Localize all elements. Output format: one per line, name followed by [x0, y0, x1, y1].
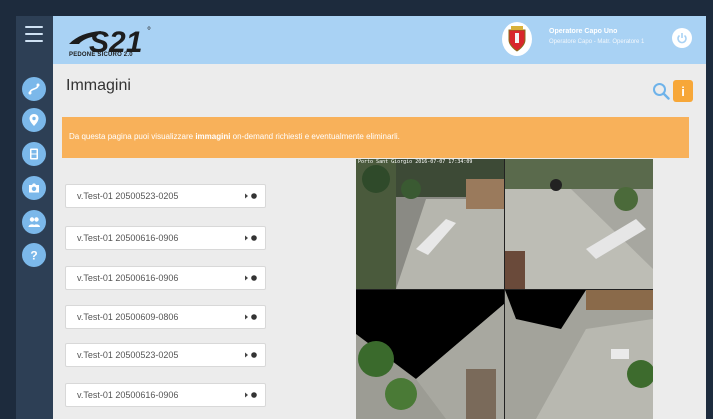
list-item-label: v.Test-01 20500523-0205 [77, 350, 179, 360]
logo-degree: ° [147, 26, 151, 37]
info-icon: i [681, 83, 685, 99]
list-item[interactable]: v.Test-01 20500616-0906 [65, 383, 266, 407]
play-icon[interactable] [242, 390, 260, 400]
list-item-label: v.Test-01 20500616-0906 [77, 233, 179, 243]
list-item[interactable]: v.Test-01 20500616-0906 [65, 226, 266, 250]
info-banner: Da questa pagina puoi visualizzare immag… [62, 117, 689, 158]
banner-prefix: Da questa pagina puoi visualizzare [69, 132, 196, 141]
play-icon[interactable] [242, 233, 260, 243]
users-icon[interactable] [22, 210, 46, 234]
list-item-label: v.Test-01 20500616-0906 [77, 390, 179, 400]
sidebar: ? [16, 16, 53, 419]
play-icon[interactable] [242, 350, 260, 360]
play-icon[interactable] [242, 191, 260, 201]
film-icon[interactable] [22, 142, 46, 166]
camera-icon[interactable] [22, 176, 46, 200]
banner-emphasis: immagini [195, 132, 231, 141]
camera-image-viewer[interactable]: Porto Sant Giorgio 2016-07-07 17:34:09 [356, 159, 653, 419]
list-item-label: v.Test-01 20500609-0806 [77, 312, 179, 322]
city-crest-icon [502, 22, 532, 56]
svg-text:?: ? [30, 249, 37, 263]
main-content: S21 ° PEDONE SICURO 2.0 Operatore Capo U… [53, 16, 706, 419]
header-bar: S21 ° PEDONE SICURO 2.0 Operatore Capo U… [53, 16, 706, 64]
video-timestamp: Porto Sant Giorgio 2016-07-07 17:34:09 [358, 159, 473, 165]
help-icon[interactable]: ? [22, 243, 46, 267]
play-icon[interactable] [242, 273, 260, 283]
page-title: Immagini [66, 77, 131, 94]
list-item-label: v.Test-01 20500523-0205 [77, 191, 179, 201]
list-item[interactable]: v.Test-01 20500609-0806 [65, 305, 266, 329]
route-icon[interactable] [22, 77, 46, 101]
list-item[interactable]: v.Test-01 20500523-0205 [65, 343, 266, 367]
location-pin-icon[interactable] [22, 108, 46, 132]
user-name: Operatore Capo Uno [549, 28, 618, 35]
user-role: Operatore Capo - Matr. Operatore 1 [549, 39, 645, 45]
list-item-label: v.Test-01 20500616-0906 [77, 273, 179, 283]
logo-subtitle: PEDONE SICURO 2.0 [69, 52, 133, 58]
play-icon[interactable] [242, 312, 260, 322]
hamburger-menu-icon[interactable] [25, 26, 43, 42]
camera-quad-image [356, 159, 653, 419]
search-icon[interactable] [652, 82, 670, 100]
info-button[interactable]: i [673, 80, 693, 102]
list-item[interactable]: v.Test-01 20500523-0205 [65, 184, 266, 208]
power-logout-icon[interactable] [672, 28, 692, 48]
app-frame: ? S21 ° PEDONE SICURO 2.0 Operatore Capo… [0, 0, 713, 419]
list-item[interactable]: v.Test-01 20500616-0906 [65, 266, 266, 290]
banner-suffix: on-demand richiesti e eventualmente elim… [230, 132, 400, 141]
